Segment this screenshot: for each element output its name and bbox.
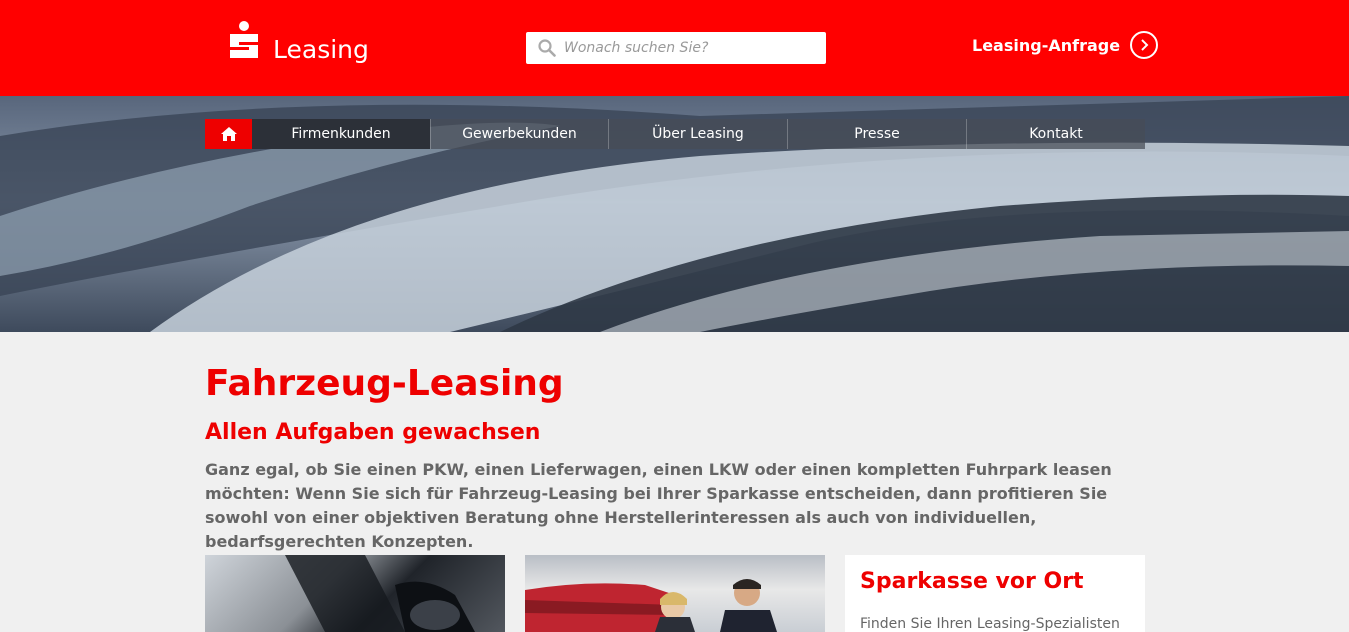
local-branch-text: Finden Sie Ihren Leasing-Spezialisten: [860, 616, 1120, 632]
nav-item-firmenkunden[interactable]: Firmenkunden: [252, 119, 430, 149]
nav-item-kontakt[interactable]: Kontakt: [966, 119, 1145, 149]
teaser-card-local-branch[interactable]: Sparkasse vor Ort Finden Sie Ihren Leasi…: [845, 555, 1145, 632]
site-header: Leasing Leasing-Anfrage: [0, 0, 1349, 96]
leasing-request-link[interactable]: Leasing-Anfrage: [972, 31, 1159, 59]
page-title: Fahrzeug-Leasing: [205, 363, 564, 404]
page-subtitle: Allen Aufgaben gewachsen: [205, 420, 541, 445]
logo[interactable]: Leasing: [227, 20, 369, 64]
chevron-right-icon[interactable]: [1130, 31, 1159, 59]
teaser-card-car-image[interactable]: [205, 555, 505, 632]
search-input[interactable]: [562, 39, 806, 57]
search-icon[interactable]: [538, 39, 556, 57]
car-door-image: [285, 555, 475, 632]
search-box[interactable]: [526, 32, 826, 64]
main-content: Fahrzeug-Leasing Allen Aufgaben gewachse…: [205, 360, 1145, 554]
business-people-image: [525, 579, 777, 632]
leasing-request-label: Leasing-Anfrage: [972, 35, 1121, 55]
home-icon: [220, 127, 237, 141]
sparkasse-logo-icon: [230, 21, 258, 58]
nav-item-ueber-leasing[interactable]: Über Leasing: [608, 119, 787, 149]
nav-item-gewerbekunden[interactable]: Gewerbekunden: [430, 119, 608, 149]
teaser-card-people-image[interactable]: [525, 555, 825, 632]
main-nav: Firmenkunden Gewerbekunden Über Leasing …: [205, 119, 1145, 149]
intro-text: Ganz egal, ob Sie einen PKW, einen Liefe…: [205, 460, 1112, 551]
local-branch-title: Sparkasse vor Ort: [860, 569, 1084, 594]
logo-text: Leasing: [273, 35, 369, 64]
nav-item-presse[interactable]: Presse: [787, 119, 966, 149]
nav-home[interactable]: [205, 119, 252, 149]
